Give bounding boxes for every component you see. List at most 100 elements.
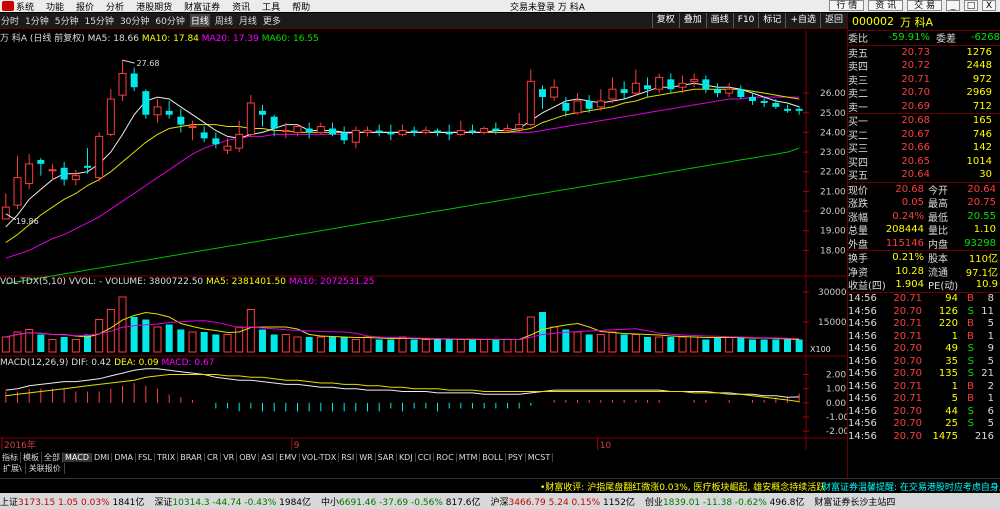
indicator-tab-21[interactable]: MTM	[457, 453, 481, 462]
indicator-tab-10[interactable]: VR	[221, 453, 238, 462]
period-tab-more[interactable]: 更多	[262, 14, 282, 27]
indicator-tab-18[interactable]: KDJ	[397, 453, 416, 462]
menu-item-function[interactable]: 功能	[46, 0, 64, 13]
ask-row[interactable]: 卖三 20.71 972	[848, 73, 1000, 87]
indicator-tab-8[interactable]: BRAR	[178, 453, 206, 462]
menu-item-quote[interactable]: 报价	[76, 0, 94, 13]
order-price: 20.69	[901, 100, 930, 112]
tick-volume: 1475	[932, 430, 958, 442]
order-price: 20.68	[901, 115, 930, 127]
close-button[interactable]: X	[982, 0, 996, 11]
ask-row[interactable]: 卖四 20.72 2448	[848, 59, 1000, 73]
indicator-tab-13[interactable]: EMV	[277, 453, 300, 462]
menu-item-news[interactable]: 资讯	[232, 0, 250, 13]
indicator-tab-12[interactable]: ASI	[259, 453, 278, 462]
bid-row[interactable]: 买四 20.65 1014	[848, 155, 1000, 169]
indicator-tab-6[interactable]: FSL	[136, 453, 155, 462]
kline-chart-area[interactable]: 26.00 25.00 24.00 23.00 22.00 21.00 20.00 19.00…	[0, 30, 850, 451]
ask-row[interactable]: 卖二 20.70 2969	[848, 86, 1000, 100]
period-tab-monthly[interactable]: 月线	[238, 14, 258, 27]
tick-direction: S	[967, 405, 974, 417]
period-tab-5min[interactable]: 5分钟	[54, 14, 80, 27]
period-tab-30min[interactable]: 30分钟	[119, 14, 150, 27]
index-item[interactable]: 上证3173.15 1.05 0.03% 1841亿	[0, 495, 144, 508]
period-tab-intraday[interactable]: 分时	[0, 14, 20, 27]
period-tab-daily[interactable]: 日线	[189, 14, 210, 27]
period-tab-weekly[interactable]: 周线	[214, 14, 234, 27]
index-item[interactable]: 中小6691.46 -37.69 -0.56% 817.6亿	[321, 495, 480, 508]
overlay-button[interactable]: 叠加	[678, 13, 706, 28]
stat-value: 20.55	[967, 210, 996, 222]
bid-row[interactable]: 买二 20.67 746	[848, 128, 1000, 142]
menu-item-broker[interactable]: 财富证券	[184, 0, 220, 13]
period-tab-1min[interactable]: 1分钟	[24, 14, 50, 27]
indicator-tab-7[interactable]: TRIX	[155, 453, 179, 462]
indicator-tab-2[interactable]: 全部	[42, 452, 63, 463]
menu-item-help[interactable]: 帮助	[292, 0, 310, 13]
maximize-button[interactable]: □	[964, 0, 978, 11]
mark-button[interactable]: 标记	[758, 13, 785, 28]
volume-bar	[246, 309, 255, 353]
indicator-tab-9[interactable]: CR	[205, 453, 222, 462]
ticker-text[interactable]: •财富收评: 沪指尾盘翻红微涨0.03%, 医疗板块崛起, 雄安概念持续活跃	[540, 480, 825, 492]
menu-item-tools[interactable]: 工具	[262, 0, 280, 13]
volume-bar	[293, 336, 302, 353]
indicator-tab-15[interactable]: RSI	[339, 453, 358, 462]
back-button[interactable]: 返回	[819, 13, 847, 28]
indicator-tab-19[interactable]: CCI	[416, 453, 435, 462]
bid-row[interactable]: 买五 20.64 30	[848, 168, 1000, 182]
indicator-tab-1[interactable]: 模板	[21, 452, 42, 463]
news-mode-button[interactable]: 资 讯	[868, 0, 904, 11]
indicator-tab-4[interactable]: DMI	[92, 453, 113, 462]
draw-line-button[interactable]: 画线	[705, 13, 733, 28]
menu-item-analysis[interactable]: 分析	[106, 0, 124, 13]
order-volume: 30	[979, 169, 992, 181]
indicator-tab-3[interactable]: MACD	[63, 453, 92, 462]
high-annotation: 27.68	[137, 59, 160, 68]
indicator-tab-11[interactable]: OBV	[237, 453, 260, 462]
ask-row[interactable]: 卖一 20.69 712	[848, 100, 1000, 114]
indicator-tab-0[interactable]: 指标	[0, 452, 21, 463]
indicator-tab-20[interactable]: ROC	[434, 453, 457, 462]
kline-chart-svg[interactable]: 26.00 25.00 24.00 23.00 22.00 21.00 20.00 19.00…	[0, 30, 850, 451]
candle-body	[760, 100, 768, 103]
volume-bar	[340, 337, 348, 352]
menu-item-system[interactable]: 系统	[16, 0, 34, 13]
stock-code: 000002	[852, 15, 894, 28]
period-tab-15min[interactable]: 15分钟	[83, 14, 114, 27]
order-volume: 1276	[966, 46, 992, 58]
bid-row[interactable]: 买一 20.68 165	[848, 114, 1000, 128]
bid-row[interactable]: 买三 20.66 142	[848, 141, 1000, 155]
index-item[interactable]: 沪深3466.79 5.24 0.15% 1152亿	[491, 495, 635, 508]
tick-direction: B	[967, 318, 974, 330]
ask-row[interactable]: 卖五 20.73 1276	[848, 46, 1000, 60]
period-tab-60min[interactable]: 60分钟	[154, 14, 185, 27]
trade-mode-button[interactable]: 交 易	[907, 0, 942, 11]
indicator-tab-17[interactable]: SAR	[376, 453, 397, 462]
volume-bar	[772, 339, 780, 352]
add-watchlist-button[interactable]: +自选	[785, 13, 820, 28]
quote-mode-button[interactable]: 行 情	[829, 0, 865, 11]
indicator-tab-5[interactable]: DMA	[112, 453, 136, 462]
tab-related-quote[interactable]: 关联报价	[26, 463, 65, 474]
legend-mode: (日线 前复权)	[29, 34, 85, 44]
minimize-button[interactable]: _	[946, 0, 960, 11]
indicator-tab-23[interactable]: PSY	[506, 453, 526, 462]
indicator-tab-16[interactable]: WR	[357, 453, 376, 462]
news-ticker[interactable]: •财富收评: 沪指尾盘翻红微涨0.03%, 医疗板块崛起, 雄安概念持续活跃 财…	[0, 478, 1000, 492]
adjust-button[interactable]: 复权	[651, 13, 679, 28]
indicator-tab-24[interactable]: MCST	[526, 453, 554, 462]
tick-volume: 25	[945, 418, 958, 430]
macd-legend: MACD(12,26,9) DIF: 0.42 DEA: 0.09 MACD: …	[0, 358, 214, 368]
ticker-text-2[interactable]: 财富证券温馨提醒: 在交易港股时应考虑自身风险	[822, 480, 1000, 492]
tick-price: 20.70	[893, 430, 922, 442]
volume-bar	[480, 339, 489, 353]
indicator-tab-22[interactable]: BOLL	[480, 453, 506, 462]
f10-button[interactable]: F10	[732, 13, 759, 28]
index-item[interactable]: 深证10314.3 -44.74 -0.43% 1984亿	[154, 495, 311, 508]
tab-extend[interactable]: 扩展\	[0, 463, 26, 474]
indicator-tab-14[interactable]: VOL-TDX	[300, 453, 340, 462]
index-item[interactable]: 创业1839.01 -11.38 -0.62% 496.8亿	[645, 495, 804, 508]
menu-item-hk-futures[interactable]: 港股期货	[136, 0, 172, 13]
tick-count: 1	[987, 393, 994, 405]
